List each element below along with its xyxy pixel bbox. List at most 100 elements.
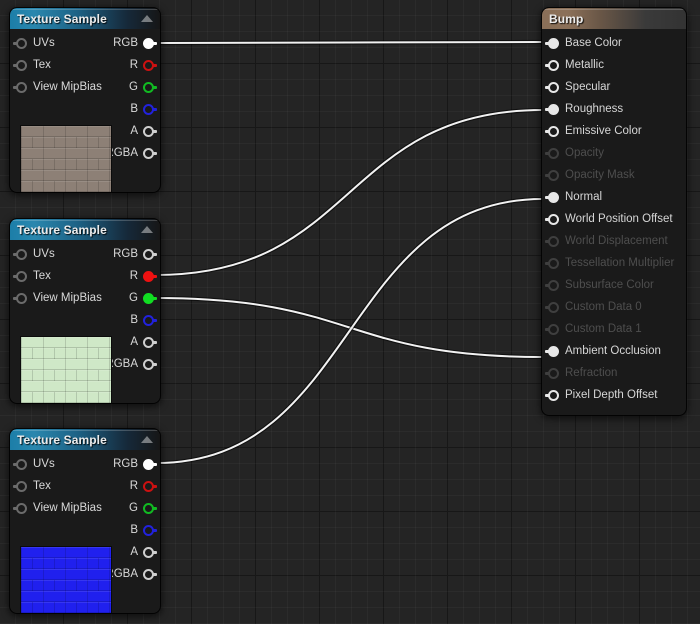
- output-pin-r[interactable]: R: [130, 54, 157, 76]
- input-pin-uvs[interactable]: UVs: [13, 453, 55, 475]
- input-pin-icon[interactable]: [545, 37, 559, 49]
- input-pin-icon[interactable]: [545, 301, 559, 313]
- wire-rgb-to-base-color[interactable]: [155, 41, 544, 44]
- input-pin-icon[interactable]: [13, 81, 27, 93]
- input-pin-view-mipbias[interactable]: View MipBias: [13, 76, 102, 98]
- input-pin-icon[interactable]: [545, 367, 559, 379]
- node-texture-sample-2[interactable]: Texture Sample UVs RGB Tex R View MipBia…: [10, 219, 160, 403]
- input-pin-icon[interactable]: [13, 458, 27, 470]
- node-header[interactable]: Texture Sample: [10, 8, 160, 29]
- material-input-normal[interactable]: Normal: [542, 186, 686, 208]
- output-pin-r[interactable]: R: [130, 475, 157, 497]
- output-pin-icon[interactable]: [143, 81, 157, 93]
- material-input-world-displacement[interactable]: World Displacement: [542, 230, 686, 252]
- input-pin-icon[interactable]: [545, 103, 559, 115]
- chevron-up-icon[interactable]: [141, 226, 153, 233]
- output-pin-icon[interactable]: [143, 248, 157, 260]
- output-pin-icon[interactable]: [143, 480, 157, 492]
- material-input-opacity-mask[interactable]: Opacity Mask: [542, 164, 686, 186]
- texture-thumbnail[interactable]: [20, 125, 112, 192]
- output-pin-icon[interactable]: [143, 125, 157, 137]
- input-pin-icon[interactable]: [13, 37, 27, 49]
- output-pin-icon[interactable]: [143, 336, 157, 348]
- material-input-custom-data-1[interactable]: Custom Data 1: [542, 318, 686, 340]
- output-pin-a[interactable]: A: [130, 120, 157, 142]
- output-pin-b[interactable]: B: [130, 519, 157, 541]
- output-pin-icon[interactable]: [143, 568, 157, 580]
- output-pin-icon[interactable]: [143, 502, 157, 514]
- material-input-ambient-occlusion[interactable]: Ambient Occlusion: [542, 340, 686, 362]
- output-pin-icon[interactable]: [143, 37, 157, 49]
- node-header[interactable]: Texture Sample: [10, 219, 160, 240]
- input-pin-icon[interactable]: [545, 59, 559, 71]
- input-pin-view-mipbias[interactable]: View MipBias: [13, 287, 102, 309]
- output-pin-icon[interactable]: [143, 458, 157, 470]
- material-input-world-position-offset[interactable]: World Position Offset: [542, 208, 686, 230]
- input-pin-uvs[interactable]: UVs: [13, 243, 55, 265]
- output-pin-icon[interactable]: [143, 59, 157, 71]
- input-pin-icon[interactable]: [545, 323, 559, 335]
- material-input-emissive-color[interactable]: Emissive Color: [542, 120, 686, 142]
- input-pin-icon[interactable]: [545, 257, 559, 269]
- node-header[interactable]: Texture Sample: [10, 429, 160, 450]
- output-pin-rgba[interactable]: RGBA: [105, 353, 157, 375]
- material-input-refraction[interactable]: Refraction: [542, 362, 686, 384]
- output-pin-b[interactable]: B: [130, 98, 157, 120]
- input-pin-icon[interactable]: [545, 81, 559, 93]
- input-pin-icon[interactable]: [545, 213, 559, 225]
- output-pin-rgb[interactable]: RGB: [113, 453, 157, 475]
- input-pin-icon[interactable]: [545, 147, 559, 159]
- material-input-metallic[interactable]: Metallic: [542, 54, 686, 76]
- input-pin-icon[interactable]: [545, 235, 559, 247]
- output-pin-icon[interactable]: [143, 524, 157, 536]
- output-pin-a[interactable]: A: [130, 541, 157, 563]
- material-input-pixel-depth-offset[interactable]: Pixel Depth Offset: [542, 384, 686, 406]
- chevron-up-icon[interactable]: [141, 436, 153, 443]
- input-pin-view-mipbias[interactable]: View MipBias: [13, 497, 102, 519]
- material-input-roughness[interactable]: Roughness: [542, 98, 686, 120]
- output-pin-rgb[interactable]: RGB: [113, 32, 157, 54]
- output-pin-icon[interactable]: [143, 270, 157, 282]
- input-pin-icon[interactable]: [545, 191, 559, 203]
- output-pin-rgba[interactable]: RGBA: [105, 563, 157, 585]
- input-pin-uvs[interactable]: UVs: [13, 32, 55, 54]
- material-input-specular[interactable]: Specular: [542, 76, 686, 98]
- input-pin-icon[interactable]: [13, 480, 27, 492]
- wire-r-to-roughness[interactable]: [155, 109, 544, 276]
- output-pin-rgba[interactable]: RGBA: [105, 142, 157, 164]
- output-pin-g[interactable]: G: [129, 287, 157, 309]
- output-pin-icon[interactable]: [143, 546, 157, 558]
- material-input-custom-data-0[interactable]: Custom Data 0: [542, 296, 686, 318]
- input-pin-icon[interactable]: [545, 345, 559, 357]
- node-texture-sample-3[interactable]: Texture Sample UVs RGB Tex R View MipBia…: [10, 429, 160, 613]
- wire-rgb-to-normal[interactable]: [155, 198, 544, 464]
- input-pin-icon[interactable]: [13, 502, 27, 514]
- chevron-up-icon[interactable]: [141, 15, 153, 22]
- output-pin-icon[interactable]: [143, 292, 157, 304]
- output-pin-a[interactable]: A: [130, 331, 157, 353]
- input-pin-icon[interactable]: [13, 59, 27, 71]
- output-pin-g[interactable]: G: [129, 497, 157, 519]
- output-pin-icon[interactable]: [143, 314, 157, 326]
- input-pin-icon[interactable]: [545, 125, 559, 137]
- material-input-subsurface-color[interactable]: Subsurface Color: [542, 274, 686, 296]
- output-pin-rgb[interactable]: RGB: [113, 243, 157, 265]
- output-pin-r[interactable]: R: [130, 265, 157, 287]
- material-input-opacity[interactable]: Opacity: [542, 142, 686, 164]
- input-pin-tex[interactable]: Tex: [13, 54, 51, 76]
- input-pin-icon[interactable]: [545, 389, 559, 401]
- wire-g-to-ambient-occlusion[interactable]: [155, 297, 544, 358]
- output-pin-b[interactable]: B: [130, 309, 157, 331]
- node-texture-sample-1[interactable]: Texture Sample UVs RGB Tex R View MipBia…: [10, 8, 160, 192]
- output-pin-icon[interactable]: [143, 358, 157, 370]
- node-material-output-bump[interactable]: Bump Base Color Metallic Specular Roughness…: [542, 8, 686, 415]
- input-pin-icon[interactable]: [13, 248, 27, 260]
- input-pin-tex[interactable]: Tex: [13, 265, 51, 287]
- material-graph-canvas[interactable]: Texture Sample UVs RGB Tex R View MipBia…: [0, 0, 700, 624]
- input-pin-tex[interactable]: Tex: [13, 475, 51, 497]
- output-pin-icon[interactable]: [143, 147, 157, 159]
- texture-thumbnail[interactable]: [20, 336, 112, 403]
- input-pin-icon[interactable]: [13, 270, 27, 282]
- output-pin-icon[interactable]: [143, 103, 157, 115]
- node-header[interactable]: Bump: [542, 8, 686, 29]
